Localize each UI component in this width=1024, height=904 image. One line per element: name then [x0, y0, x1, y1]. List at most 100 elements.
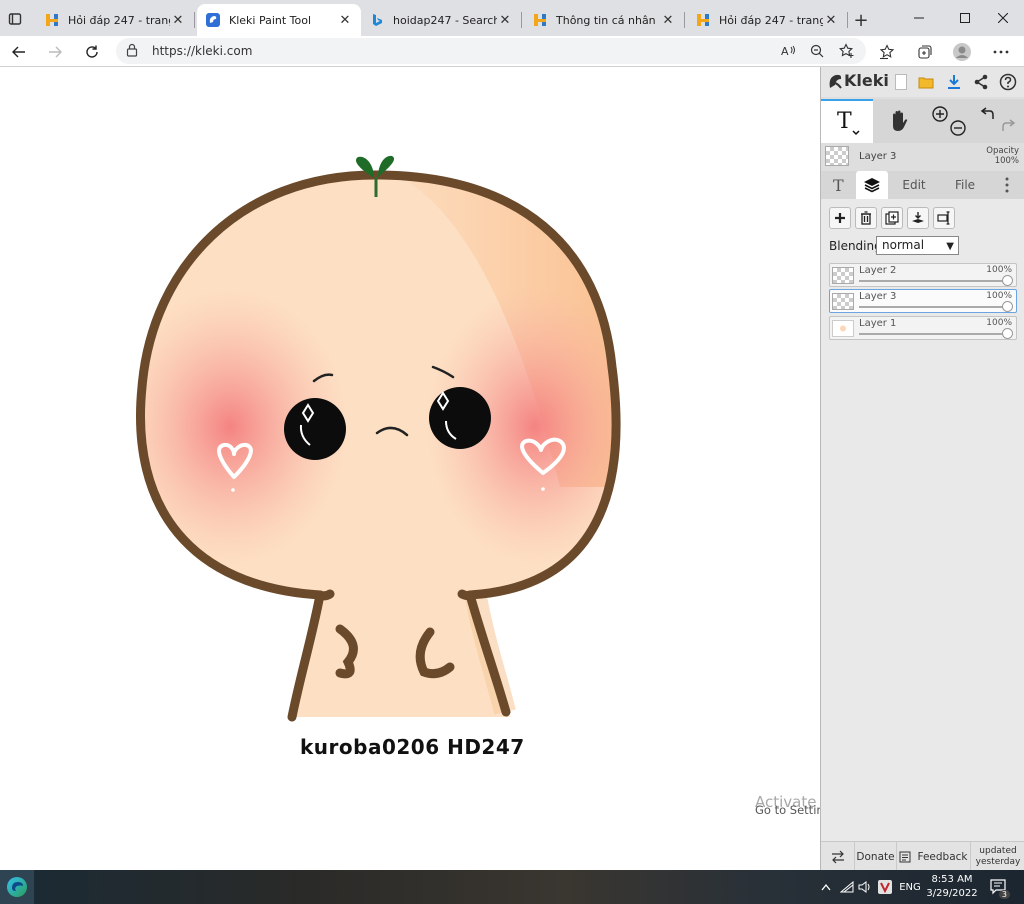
tab-title: Kleki Paint Tool — [229, 13, 312, 27]
collections-button[interactable] — [912, 39, 938, 65]
address-bar[interactable]: https://kleki.com A — [116, 38, 866, 64]
tab-close-button[interactable]: ✕ — [170, 12, 186, 28]
notification-center-button[interactable]: 3 — [986, 870, 1012, 904]
edge-taskbar-button[interactable] — [0, 870, 34, 904]
help-button[interactable] — [998, 72, 1018, 92]
tab-layers[interactable] — [856, 171, 888, 199]
share-button[interactable] — [971, 72, 991, 92]
tab-text-settings[interactable]: T — [825, 171, 855, 199]
hand-tool-button[interactable] — [877, 99, 921, 143]
refresh-button[interactable] — [79, 39, 105, 65]
profile-button[interactable] — [949, 39, 975, 65]
vivaldi-tray-button[interactable] — [876, 870, 894, 904]
kleki-logo[interactable]: Kleki — [827, 71, 889, 90]
panel-tabs: T Edit File — [821, 171, 1024, 199]
donate-button[interactable]: Donate — [855, 842, 897, 871]
layer-opacity-slider[interactable] — [859, 280, 1008, 282]
artist-watermark: kuroba0206 HD247 — [300, 735, 525, 759]
text-tool-button[interactable]: T — [821, 99, 873, 143]
rename-layer-button[interactable] — [933, 207, 955, 229]
feedback-button[interactable]: Feedback — [897, 842, 971, 871]
input-language-button[interactable]: ENG — [896, 870, 924, 904]
add-favorite-icon[interactable] — [838, 43, 856, 59]
duplicate-icon — [885, 211, 899, 225]
volume-button[interactable] — [856, 870, 874, 904]
hoidap-favicon-icon — [44, 12, 60, 28]
delete-layer-button[interactable] — [855, 207, 877, 229]
undo-icon[interactable] — [979, 105, 997, 123]
tool-row: T — [821, 99, 1024, 143]
browser-toolbar: https://kleki.com A — [0, 36, 1024, 67]
read-aloud-icon[interactable]: A — [780, 43, 798, 59]
tab-hoidap-2[interactable]: Hỏi đáp 247 - trang tra c ✕ — [687, 4, 847, 36]
network-button[interactable] — [838, 870, 856, 904]
folder-save-icon — [918, 77, 934, 89]
favorites-button[interactable] — [874, 39, 900, 65]
blending-mode-select[interactable]: normal ▼ — [876, 236, 959, 255]
windows-taskbar: ENG 8:53 AM 3/29/2022 3 — [0, 870, 1024, 904]
layer-item-layer-1[interactable]: Layer 1 100% — [829, 316, 1017, 340]
share-icon — [974, 74, 988, 90]
tab-file[interactable]: File — [945, 171, 985, 199]
tab-bing-search[interactable]: hoidap247 - Search ✕ — [361, 4, 521, 36]
add-layer-button[interactable] — [829, 207, 851, 229]
speaker-icon — [858, 881, 870, 893]
text-tab-icon: T — [833, 176, 844, 194]
layer-item-layer-2[interactable]: Layer 2 100% — [829, 263, 1017, 287]
lock-icon — [126, 43, 138, 57]
svg-text:T: T — [837, 109, 852, 134]
settings-more-button[interactable] — [988, 39, 1014, 65]
blending-mode-value: normal — [882, 238, 925, 252]
panel-more-button[interactable] — [997, 171, 1017, 199]
maximize-icon — [960, 13, 970, 23]
tab-close-button[interactable]: ✕ — [497, 12, 513, 28]
tab-close-button[interactable]: ✕ — [823, 12, 839, 28]
redo-icon[interactable] — [999, 117, 1017, 135]
tab-title: hoidap247 - Search — [393, 13, 497, 27]
tab-profile-info[interactable]: Thông tin cá nhân ✕ — [524, 4, 684, 36]
new-tab-button[interactable]: + — [850, 9, 872, 31]
swap-side-button[interactable] — [821, 842, 855, 871]
layer-item-layer-3[interactable]: Layer 3 100% — [829, 289, 1017, 313]
merge-layer-button[interactable] — [907, 207, 929, 229]
vivaldi-icon — [878, 880, 892, 894]
show-hidden-icons-button[interactable] — [818, 870, 834, 904]
tab-hoidap-1[interactable]: Hỏi đáp 247 - trang tra c ✕ — [36, 4, 194, 36]
forward-button[interactable] — [42, 39, 68, 65]
zoom-out-icon[interactable] — [949, 119, 967, 137]
new-image-button[interactable] — [891, 72, 911, 92]
clock-time: 8:53 AM — [931, 874, 973, 885]
duplicate-layer-button[interactable] — [881, 207, 903, 229]
notification-count-badge: 3 — [998, 890, 1010, 899]
tab-edit[interactable]: Edit — [893, 171, 935, 199]
zoom-in-icon[interactable] — [931, 105, 949, 123]
plus-icon — [835, 213, 845, 223]
tab-actions-button[interactable] — [4, 8, 26, 30]
minimize-button[interactable] — [896, 4, 942, 32]
forward-arrow-icon — [49, 46, 62, 58]
save-button[interactable] — [916, 72, 936, 92]
tab-close-button[interactable]: ✕ — [660, 12, 676, 28]
tab-divider — [847, 12, 848, 28]
layer-opacity-handle[interactable] — [1002, 328, 1013, 339]
layer-opacity-handle[interactable] — [1002, 275, 1013, 286]
update-info[interactable]: updated yesterday — [971, 842, 1024, 871]
layer-name: Layer 3 — [859, 291, 897, 302]
tab-close-button[interactable]: ✕ — [337, 12, 353, 28]
minimize-icon — [914, 17, 924, 19]
sidebar-footer: Donate Feedback updated yesterday — [821, 841, 1024, 871]
drawing-canvas[interactable]: kuroba0206 HD247 Activate Windows Go to … — [0, 67, 820, 870]
layer-opacity-slider[interactable] — [859, 306, 1008, 308]
layers-panel: Blending normal ▼ Layer 2 100% Layer 3 1… — [821, 199, 1024, 859]
clock-date: 3/29/2022 — [926, 888, 978, 899]
layer-opacity-handle[interactable] — [1002, 301, 1013, 312]
download-button[interactable] — [944, 72, 964, 92]
taskbar-clock[interactable]: 8:53 AM 3/29/2022 — [922, 873, 982, 901]
back-button[interactable] — [6, 39, 32, 65]
tab-kleki[interactable]: Kleki Paint Tool ✕ — [197, 4, 361, 36]
close-window-button[interactable] — [980, 4, 1024, 32]
kleki-logo-text: Kleki — [844, 71, 889, 90]
layer-opacity-slider[interactable] — [859, 333, 1008, 335]
hoidap-favicon-icon — [532, 12, 548, 28]
zoom-out-icon[interactable] — [808, 43, 826, 59]
